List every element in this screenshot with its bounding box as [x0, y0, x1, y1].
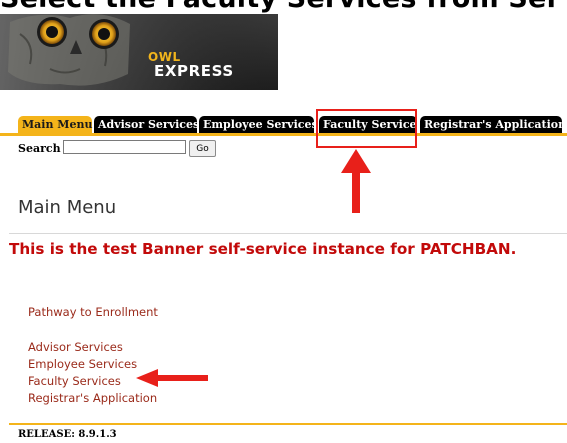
cropped-heading: Select the Faculty Services from Ser [0, 0, 567, 14]
annotation-arrow-left-icon [136, 369, 208, 387]
annotation-arrow-up-icon [341, 149, 371, 213]
tab-main-menu[interactable]: Main Menu [18, 116, 92, 133]
link-faculty-services[interactable]: Faculty Services [28, 374, 121, 388]
footer-divider [9, 423, 567, 425]
release-version: RELEASE: 8.9.1.3 [18, 429, 117, 440]
tab-employee-services[interactable]: Employee Services [199, 116, 318, 133]
search-label: Search [18, 142, 61, 155]
brand-express-text: EXPRESS [154, 62, 234, 80]
tab-underline [0, 133, 567, 136]
test-instance-notice: This is the test Banner self-service ins… [9, 240, 517, 258]
link-advisor-services[interactable]: Advisor Services [28, 340, 123, 354]
go-button[interactable]: Go [189, 140, 216, 157]
tab-registrars-application[interactable]: Registrar's Application [420, 116, 566, 133]
title-divider [9, 233, 567, 234]
link-registrars-application[interactable]: Registrar's Application [28, 391, 157, 405]
owl-express-banner: OWL EXPRESS [0, 14, 278, 90]
page-title: Main Menu [18, 197, 117, 218]
link-employee-services[interactable]: Employee Services [28, 357, 137, 371]
owl-logo-icon [0, 14, 278, 90]
tab-advisor-services[interactable]: Advisor Services [94, 116, 199, 133]
annotation-highlight-box [316, 109, 417, 148]
link-pathway-to-enrollment[interactable]: Pathway to Enrollment [28, 305, 158, 319]
search-input[interactable] [63, 140, 186, 154]
